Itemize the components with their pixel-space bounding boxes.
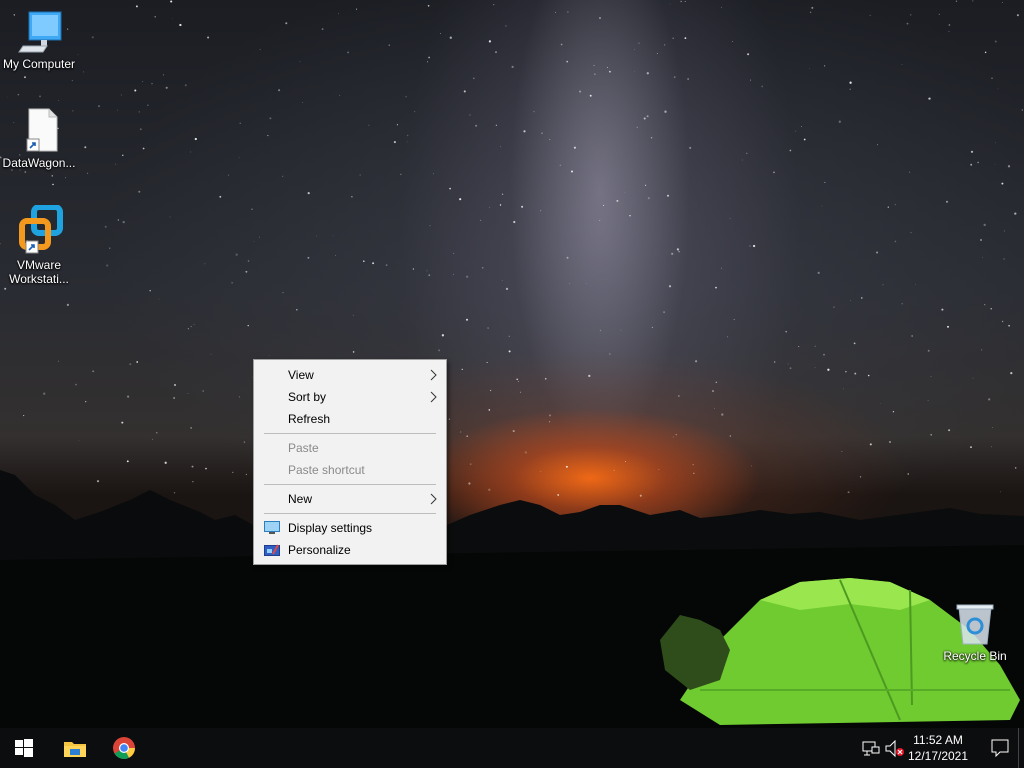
document-shortcut-icon [26,108,58,152]
menu-separator [264,433,436,434]
file-explorer-icon [64,742,86,757]
wallpaper-landscape [0,470,1024,728]
computer-icon [18,11,62,53]
start-button[interactable] [0,728,48,768]
menu-item-refresh[interactable]: Refresh [256,408,444,430]
menu-item-new[interactable]: New [256,488,444,510]
taskbar-chrome[interactable] [100,728,148,768]
menu-item-paste-shortcut[interactable]: Paste shortcut [256,459,444,481]
action-center-icon [991,739,1009,757]
vmware-icon [19,205,63,254]
show-desktop-divider[interactable] [1018,728,1019,768]
menu-item-view[interactable]: View [256,364,444,386]
taskbar-file-explorer[interactable] [50,728,98,768]
desktop-icon-label: DataWagon... [2,156,76,170]
desktop-icon-label: VMware Workstati... [9,258,69,286]
desktop-icon-recycle-bin[interactable]: Recycle Bin [936,602,1014,663]
desktop-icon-label: My Computer [2,57,76,71]
menu-item-personalize[interactable]: Personalize [256,539,444,561]
menu-item-sort-by[interactable]: Sort by [256,386,444,408]
network-icon [862,741,880,756]
recycle-bin-icon [956,604,994,645]
menu-separator [264,513,436,514]
tray-network[interactable] [858,728,882,768]
clock-date: 12/17/2021 [907,749,969,763]
desktop-icon-label: Recycle Bin [943,649,1007,663]
chevron-right-icon [430,493,437,505]
volume-muted-icon [885,740,904,758]
windows-logo-icon [15,739,33,757]
clock-time: 11:52 AM [913,733,963,747]
action-center-button[interactable] [976,728,1024,768]
desktop-icon-my-computer[interactable]: My Computer [0,8,78,71]
desktop-icon-vmware[interactable]: VMware Workstati... [0,205,78,286]
tray-volume[interactable] [882,728,906,768]
menu-separator [264,484,436,485]
display-settings-icon [264,521,280,534]
menu-item-paste[interactable]: Paste [256,437,444,459]
chrome-icon [113,737,135,759]
desktop-icon-datawagon[interactable]: DataWagon... [0,107,78,170]
personalize-icon [264,544,280,556]
desktop-context-menu: View Sort by Refresh Paste Paste shortcu… [253,359,447,565]
chevron-right-icon [430,369,437,381]
chevron-right-icon [430,391,437,403]
taskbar-clock[interactable]: 11:52 AM 12/17/2021 [905,732,971,764]
taskbar: 11:52 AM 12/17/2021 [0,728,1024,768]
desktop[interactable]: My Computer DataWagon... VMware Workstat… [0,0,1024,728]
menu-item-display-settings[interactable]: Display settings [256,517,444,539]
